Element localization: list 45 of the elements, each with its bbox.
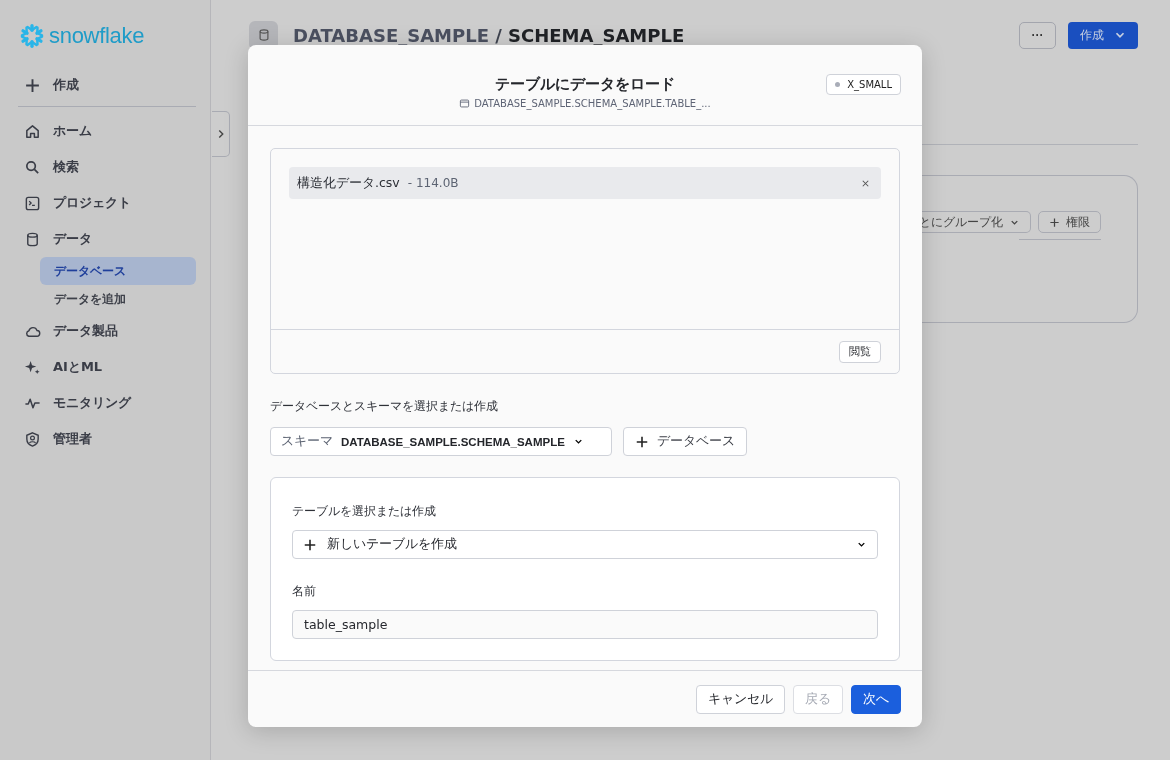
plus-icon [635,434,649,449]
field-label: テーブルを選択または作成 [292,503,437,520]
privileges-button[interactable]: 権限 [1038,211,1101,233]
sparkle-icon [24,358,41,376]
nav-subitem[interactable]: データを追加 [40,285,196,313]
table-dropdown[interactable]: 新しいテーブルを作成 [292,530,878,559]
sidebar-toggle[interactable] [212,111,230,157]
add-database-button[interactable]: データベース [623,427,747,456]
browse-button[interactable]: 閲覧 [839,340,881,363]
table-icon [459,98,471,109]
plus-icon [303,537,317,552]
snowflake-logo-icon [18,22,46,50]
nav-item[interactable]: データ [18,221,196,257]
home-icon [24,122,41,140]
file-name: 構造化データ.csv [297,174,400,192]
dialog-title: テーブルにデータをロード [495,75,675,94]
plus-icon [1049,216,1060,228]
terminal-icon [24,194,41,212]
nav-item[interactable]: モニタリング [18,385,196,421]
database-icon [24,230,41,248]
file-size: - 114.0B [407,176,459,190]
more-button[interactable]: ··· [1019,21,1056,49]
nav-item[interactable]: データ製品 [18,313,196,349]
field-label: 名前 [292,583,317,600]
table-path: DATABASE_SAMPLE.SCHEMA_SAMPLE.TABLE_... [474,98,711,109]
nav-item[interactable]: ホーム [18,113,196,149]
nav-item[interactable]: 検索 [18,149,196,185]
search-icon [24,158,41,176]
name-input[interactable]: table_sample [292,610,878,639]
nav-subitem[interactable]: データベース [40,257,196,285]
dialog-button[interactable]: キャンセル [696,684,785,714]
nav-item[interactable]: プロジェクト [18,185,196,221]
nav-item[interactable]: AIとML [18,349,196,385]
page-title: DATABASE_SAMPLE / SCHEMA_SAMPLE [293,24,685,46]
database-icon [256,28,271,42]
shield-user-icon [24,430,41,448]
plus-icon [24,76,41,94]
logo-text: snowflake [49,23,145,49]
nav-item[interactable]: 管理者 [18,421,196,457]
dialog-button[interactable]: 次へ [851,684,901,714]
schema-dropdown[interactable]: スキーマ DATABASE_SAMPLE.SCHEMA_SAMPLE [270,427,612,456]
create-menu-item[interactable]: 作成 [18,67,196,103]
create-button[interactable]: 作成 [1068,21,1138,49]
warehouse-chip[interactable]: X_SMALL [826,74,901,95]
field-label: データベースとスキーマを選択または作成 [270,398,499,415]
